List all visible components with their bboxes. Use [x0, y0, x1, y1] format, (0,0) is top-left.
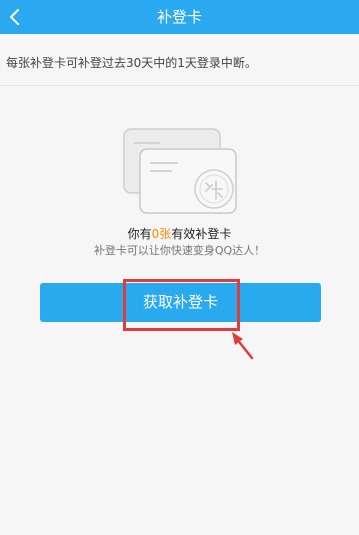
page-title: 补登卡 [156, 8, 202, 26]
count-prefix: 你有 [127, 227, 152, 241]
count-suffix: 有效补登卡 [171, 227, 232, 241]
title-bar: 补登卡 [0, 0, 359, 34]
chevron-left-icon [10, 9, 19, 25]
card-count: 0张 [151, 227, 172, 241]
supplement-card-icon [123, 128, 237, 214]
intro-text: 每张补登卡可补登过去30天中的1天登录中断。 [6, 56, 257, 70]
card-count-line: 你有0张有效补登卡 [0, 225, 359, 242]
hint-text: 补登卡可以让你快速变身QQ达人！ [93, 244, 266, 257]
red-arrow-icon [232, 332, 254, 360]
get-card-button[interactable]: 获取补登卡 [40, 283, 321, 322]
back-button[interactable] [0, 0, 34, 34]
divider [0, 85, 359, 86]
